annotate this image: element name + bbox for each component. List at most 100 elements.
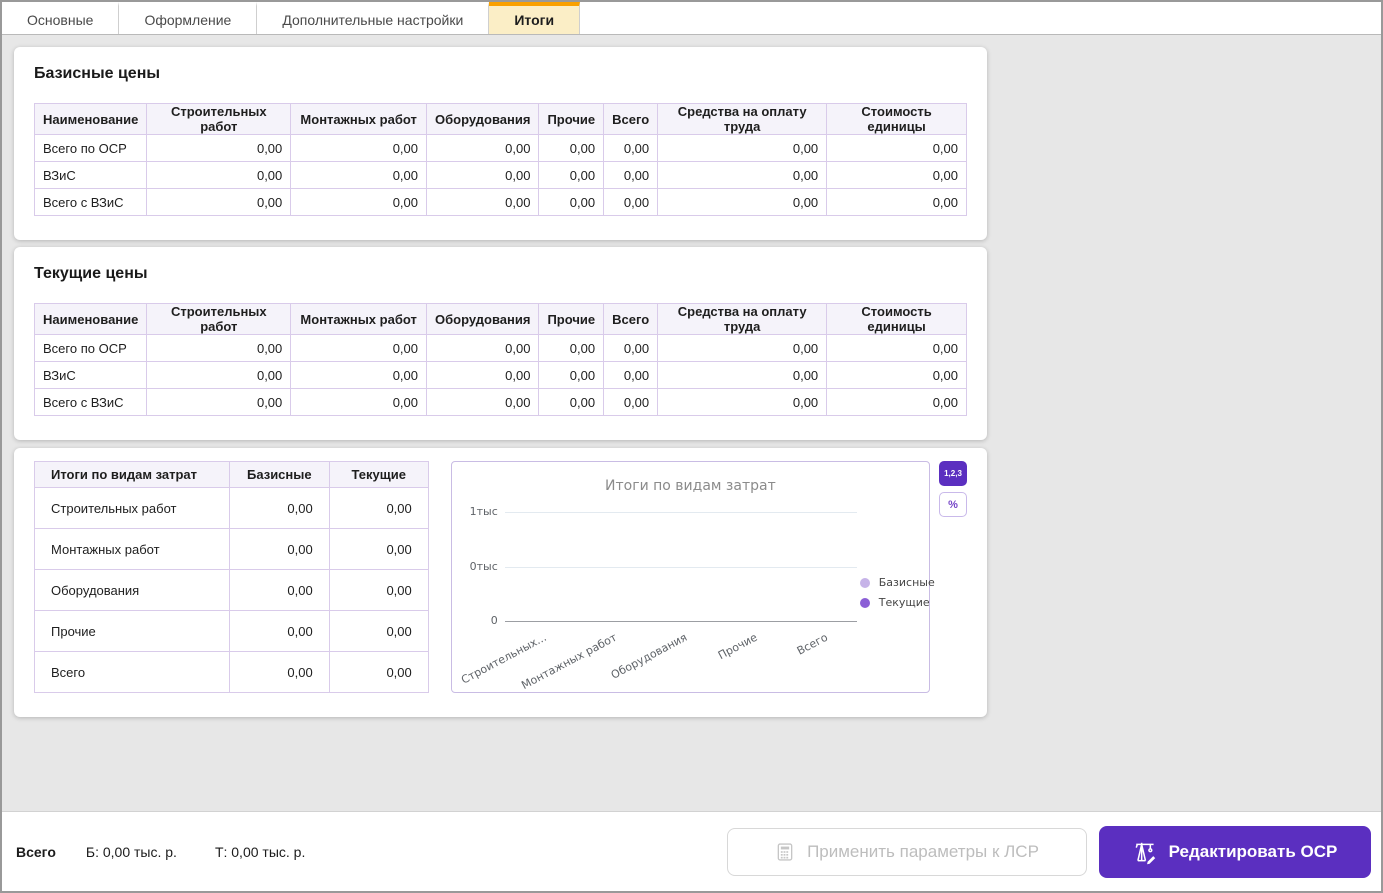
cell-value: 0,00	[228, 528, 330, 570]
table-row: Строительных работ 0,00 0,00	[34, 487, 429, 529]
row-name: Прочие	[34, 610, 230, 652]
column-header: Оборудования	[425, 303, 540, 335]
cell-value: 0,00	[826, 161, 967, 189]
table-row: ВЗиС 0,00 0,00 0,00 0,00 0,00 0,00 0,00	[33, 361, 967, 389]
tab-3[interactable]: Итоги	[489, 2, 581, 34]
tab-bar: Основные Оформление Дополнительные настрой…	[2, 2, 1381, 35]
tab-0[interactable]: Основные	[2, 2, 120, 34]
legend-label: Базисные	[878, 576, 935, 589]
totals-header-row: Итоги по видам затрат Базисные Текущие	[34, 461, 429, 488]
row-name: Строительных работ	[34, 487, 230, 529]
column-header: Стоимость единицы	[826, 103, 967, 135]
cell-value: 0,00	[657, 188, 828, 216]
footer-bar: Всего Б: 0,00 тыс. р. Т: 0,00 тыс. р. Пр…	[2, 811, 1381, 891]
base-prices-card: Базисные цены Наименование Строительных р…	[14, 47, 987, 240]
cell-value: 0,00	[425, 161, 540, 189]
cell-value: 0,00	[425, 334, 540, 362]
apply-parameters-button[interactable]: Применить параметры к ЛСР	[727, 827, 1087, 876]
column-header: Наименование	[33, 303, 148, 335]
table-row: Всего с ВЗиС 0,00 0,00 0,00 0,00 0,00 0,00 0,00	[33, 188, 967, 216]
row-name: Монтажных работ	[34, 528, 230, 570]
cell-value: 0,00	[228, 651, 330, 693]
column-header: Текущие	[328, 461, 429, 488]
row-name: Всего по ОСР	[33, 334, 148, 362]
cell-value: 0,00	[657, 334, 828, 362]
gridline	[504, 512, 857, 513]
row-name: ВЗиС	[33, 161, 148, 189]
table-row: Всего 0,00 0,00	[34, 651, 429, 693]
x-axis-tick-label: Оборудования	[608, 630, 690, 682]
footer-buttons: Применить параметры к ЛСР Редактировать …	[727, 825, 1371, 878]
edit-osr-button[interactable]: Редактировать ОСР	[1099, 825, 1371, 878]
y-axis-tick-label: 0	[490, 614, 498, 627]
chart-percent-mode-button[interactable]: %	[939, 492, 967, 517]
cell-value: 0,00	[603, 134, 659, 162]
chart-legend: Базисные Текущие	[859, 576, 935, 616]
column-header: Наименование	[33, 103, 148, 135]
cell-value: 0,00	[328, 651, 429, 693]
price-table-header-row: Наименование Строительных работ Монтажных …	[33, 303, 967, 335]
table-row: Всего по ОСР 0,00 0,00 0,00 0,00 0,00 0,00 0,00	[33, 334, 967, 362]
base-prices-title: Базисные цены	[34, 65, 161, 82]
table-row: Всего с ВЗиС 0,00 0,00 0,00 0,00 0,00 0,00 0,00	[33, 388, 967, 416]
column-header: Прочие	[538, 103, 605, 135]
legend-item[interactable]: Базисные	[859, 576, 935, 589]
cost-type-totals-chart: Итоги по видам затрат Базисные Текущие 1т…	[450, 461, 935, 693]
y-axis-tick-label: 1тыс	[469, 505, 498, 518]
cell-value: 0,00	[538, 361, 605, 389]
cell-value: 0,00	[146, 161, 292, 189]
cell-value: 0,00	[228, 610, 330, 652]
cell-value: 0,00	[146, 361, 292, 389]
chart-values-mode-button[interactable]: 1,2,3	[939, 461, 967, 486]
table-row: Оборудования 0,00 0,00	[34, 569, 429, 611]
calculator-icon	[775, 842, 795, 862]
column-header: Средства на оплату труда	[657, 303, 828, 335]
column-header: Оборудования	[425, 103, 540, 135]
cell-value: 0,00	[425, 134, 540, 162]
legend-item[interactable]: Текущие	[859, 596, 935, 609]
cell-value: 0,00	[146, 388, 292, 416]
legend-dot	[859, 577, 870, 588]
legend-label: Текущие	[878, 596, 930, 609]
cell-value: 0,00	[290, 161, 427, 189]
row-name: ВЗиС	[33, 361, 148, 389]
cell-value: 0,00	[146, 334, 292, 362]
cell-value: 0,00	[657, 388, 828, 416]
cell-value: 0,00	[603, 188, 659, 216]
cell-value: 0,00	[603, 161, 659, 189]
column-header: Всего	[603, 103, 659, 135]
cell-value: 0,00	[538, 388, 605, 416]
current-prices-title: Текущие цены	[34, 265, 148, 282]
cell-value: 0,00	[328, 610, 429, 652]
cell-value: 0,00	[657, 161, 828, 189]
column-header: Строительных работ	[146, 303, 292, 335]
cell-value: 0,00	[425, 361, 540, 389]
cell-value: 0,00	[826, 361, 967, 389]
chart-mode-toggles: 1,2,3 %	[939, 461, 967, 517]
tab-2[interactable]: Дополнительные настройки	[257, 2, 490, 34]
cell-value: 0,00	[290, 134, 427, 162]
cell-value: 0,00	[228, 487, 330, 529]
legend-dot	[859, 597, 870, 608]
cell-value: 0,00	[826, 334, 967, 362]
x-axis-line	[504, 621, 857, 622]
cell-value: 0,00	[538, 188, 605, 216]
cell-value: 0,00	[657, 134, 828, 162]
cost-type-totals-card: Итоги по видам затрат Базисные Текущие Стро…	[14, 448, 987, 717]
column-header: Базисные	[228, 461, 330, 488]
cell-value: 0,00	[328, 487, 429, 529]
cell-value: 0,00	[603, 334, 659, 362]
cell-value: 0,00	[290, 388, 427, 416]
settings-dialog: Основные Оформление Дополнительные настрой…	[0, 0, 1383, 893]
cell-value: 0,00	[826, 188, 967, 216]
column-header: Итоги по видам затрат	[34, 461, 230, 488]
cell-value: 0,00	[146, 188, 292, 216]
chart-title: Итоги по видам затрат	[605, 478, 776, 494]
cell-value: 0,00	[425, 188, 540, 216]
cell-value: 0,00	[290, 188, 427, 216]
cell-value: 0,00	[826, 388, 967, 416]
x-axis-tick-label: Всего	[794, 630, 830, 658]
apply-parameters-label: Применить параметры к ЛСР	[807, 841, 1039, 861]
tab-1[interactable]: Оформление	[119, 2, 258, 34]
cell-value: 0,00	[328, 528, 429, 570]
